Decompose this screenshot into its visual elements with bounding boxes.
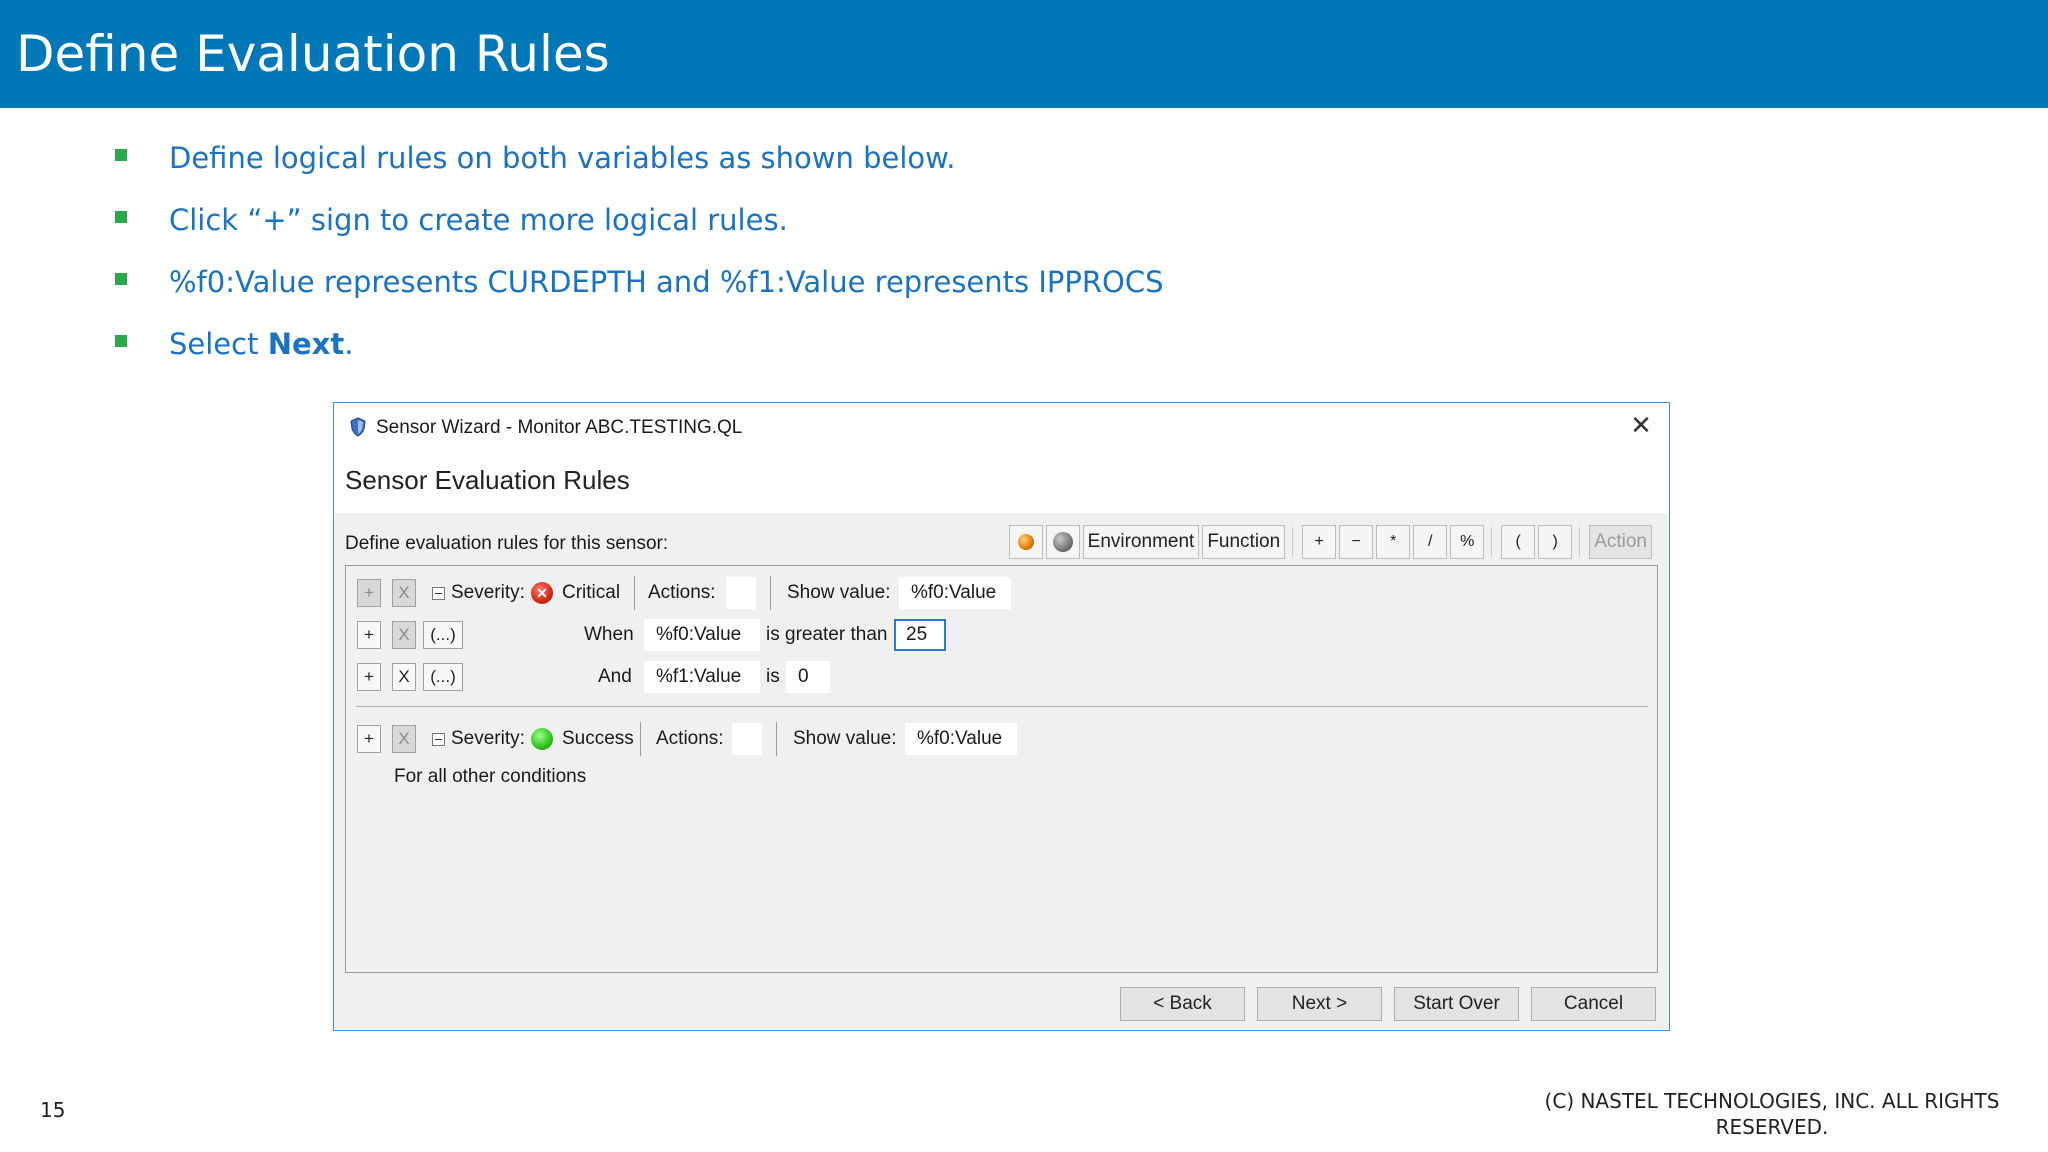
actions-field[interactable] (726, 577, 756, 609)
bullet-text: Define logical rules on both variables a… (169, 141, 956, 175)
gray-ball-icon (1052, 532, 1073, 552)
copyright-line: RESERVED. (1715, 1115, 1829, 1139)
back-button[interactable]: < Back (1120, 987, 1245, 1021)
show-value-label: Show value: (787, 582, 891, 603)
minus-operator-button[interactable]: − (1339, 525, 1374, 559)
expression-toolbar: Environment Function + − * / % ( ) Actio… (1006, 523, 1652, 561)
severity-value-dropdown[interactable]: Critical (562, 576, 620, 610)
bullet-marker (115, 211, 127, 223)
close-paren-button[interactable]: ) (1538, 525, 1573, 559)
rule1-header-row: + X Severity: ✕ Critical Actions: Show v… (346, 576, 1657, 610)
bullet-text: Select (169, 327, 268, 361)
function-button[interactable]: Function (1202, 525, 1286, 559)
dialog-window-title: Sensor Wizard - Monitor ABC.TESTING.QL (376, 417, 743, 438)
add-rule-button[interactable]: + (357, 725, 381, 753)
rule-divider (356, 706, 1648, 707)
condition-variable-field[interactable]: %f1:Value (644, 661, 760, 693)
actions-label: Actions: (648, 582, 716, 603)
cancel-button[interactable]: Cancel (1531, 987, 1656, 1021)
severity-label: Severity: (451, 582, 525, 603)
next-button[interactable]: Next > (1257, 987, 1382, 1021)
open-paren-button[interactable]: ( (1501, 525, 1536, 559)
page-number: 15 (40, 1098, 66, 1122)
start-over-button[interactable]: Start Over (1394, 987, 1519, 1021)
show-value-field[interactable]: %f0:Value (905, 723, 1017, 755)
group-parens-button[interactable]: (...) (423, 621, 463, 649)
condition-row: + X (...) When %f0:Value is greater than… (346, 618, 1657, 652)
actions-label: Actions: (656, 728, 724, 749)
bullet-text: Click “+” sign to create more logical ru… (169, 203, 788, 237)
other-conditions-label: For all other conditions (394, 766, 587, 787)
collapse-toggle-icon[interactable] (432, 733, 445, 746)
rules-panel: + X Severity: ✕ Critical Actions: Show v… (345, 565, 1658, 973)
condition-value-field[interactable]: 0 (786, 661, 830, 693)
show-value-label: Show value: (793, 728, 897, 749)
condition-keyword: And (598, 666, 632, 687)
sensor-wizard-dialog: Sensor Wizard - Monitor ABC.TESTING.QL ✕… (333, 402, 1670, 1031)
add-condition-button[interactable]: + (357, 663, 381, 691)
field-separator (770, 576, 771, 610)
group-parens-button[interactable]: (...) (423, 663, 463, 691)
actions-field[interactable] (732, 723, 762, 755)
percent-operator-button[interactable]: % (1450, 525, 1485, 559)
bullet-marker (115, 273, 127, 285)
field-separator (640, 722, 641, 756)
shield-app-icon (350, 417, 366, 437)
bullet-text: %f0:Value represents CURDEPTH and %f1:Va… (169, 265, 1164, 299)
copyright-notice: (C) NASTEL TECHNOLOGIES, INC. ALL RIGHTS… (1532, 1088, 2012, 1140)
remove-rule-button[interactable]: X (392, 579, 416, 607)
dialog-title-bar: Sensor Wizard - Monitor ABC.TESTING.QL (350, 413, 742, 443)
environment-button[interactable]: Environment (1082, 525, 1200, 559)
bullet-list: Define logical rules on both variables a… (112, 136, 1164, 384)
remove-condition-button[interactable]: X (392, 621, 416, 649)
rule2-header-row: + X Severity: Success Actions: Show valu… (346, 722, 1657, 756)
bullet-marker (115, 335, 127, 347)
define-rules-label: Define evaluation rules for this sensor: (345, 533, 669, 554)
collapse-toggle-icon[interactable] (432, 587, 445, 600)
slide-title: Define Evaluation Rules (16, 25, 610, 83)
dialog-body: Define evaluation rules for this sensor:… (334, 513, 1668, 1029)
field-separator (776, 722, 777, 756)
bullet-marker (115, 149, 127, 161)
multiply-operator-button[interactable]: * (1376, 525, 1411, 559)
bullet-text-suffix: . (344, 327, 354, 361)
remove-condition-button[interactable]: X (392, 663, 416, 691)
orange-ball-icon (1017, 534, 1034, 550)
toolbar-separator (1491, 527, 1493, 557)
condition-variable-field[interactable]: %f0:Value (644, 619, 760, 651)
condition-value-field[interactable]: 25 (894, 619, 946, 651)
close-icon[interactable]: ✕ (1627, 411, 1655, 439)
copyright-line: (C) NASTEL TECHNOLOGIES, INC. ALL RIGHTS (1544, 1089, 2000, 1113)
divide-operator-button[interactable]: / (1413, 525, 1448, 559)
bullet-item: Define logical rules on both variables a… (112, 136, 1164, 198)
severity-label: Severity: (451, 728, 525, 749)
plus-operator-button[interactable]: + (1302, 525, 1337, 559)
field-separator (634, 576, 635, 610)
condition-row: + X (...) And %f1:Value is 0 (346, 660, 1657, 694)
action-button[interactable]: Action (1589, 525, 1652, 559)
bullet-item: %f0:Value represents CURDEPTH and %f1:Va… (112, 260, 1164, 322)
success-icon (531, 728, 553, 750)
bullet-item: Select Next. (112, 322, 1164, 384)
bullet-bold-text: Next (267, 327, 345, 361)
toolbar-separator (1579, 527, 1581, 557)
condition-operator-dropdown[interactable]: is (766, 660, 780, 694)
bullet-item: Click “+” sign to create more logical ru… (112, 198, 1164, 260)
add-condition-button[interactable]: + (357, 621, 381, 649)
severity-value-dropdown[interactable]: Success (562, 722, 634, 756)
condition-operator-dropdown[interactable]: is greater than (766, 618, 887, 652)
show-value-field[interactable]: %f0:Value (899, 577, 1011, 609)
slide-title-bar: Define Evaluation Rules (0, 0, 2048, 108)
critical-icon: ✕ (531, 582, 553, 604)
orange-ball-button[interactable] (1008, 525, 1043, 559)
dialog-heading: Sensor Evaluation Rules (345, 465, 630, 495)
condition-keyword: When (584, 624, 634, 645)
remove-rule-button[interactable]: X (392, 725, 416, 753)
add-rule-button[interactable]: + (357, 579, 381, 607)
gray-ball-button[interactable] (1045, 525, 1080, 559)
toolbar-separator (1292, 527, 1294, 557)
wizard-button-row: < Back Next > Start Over Cancel (1108, 987, 1656, 1021)
